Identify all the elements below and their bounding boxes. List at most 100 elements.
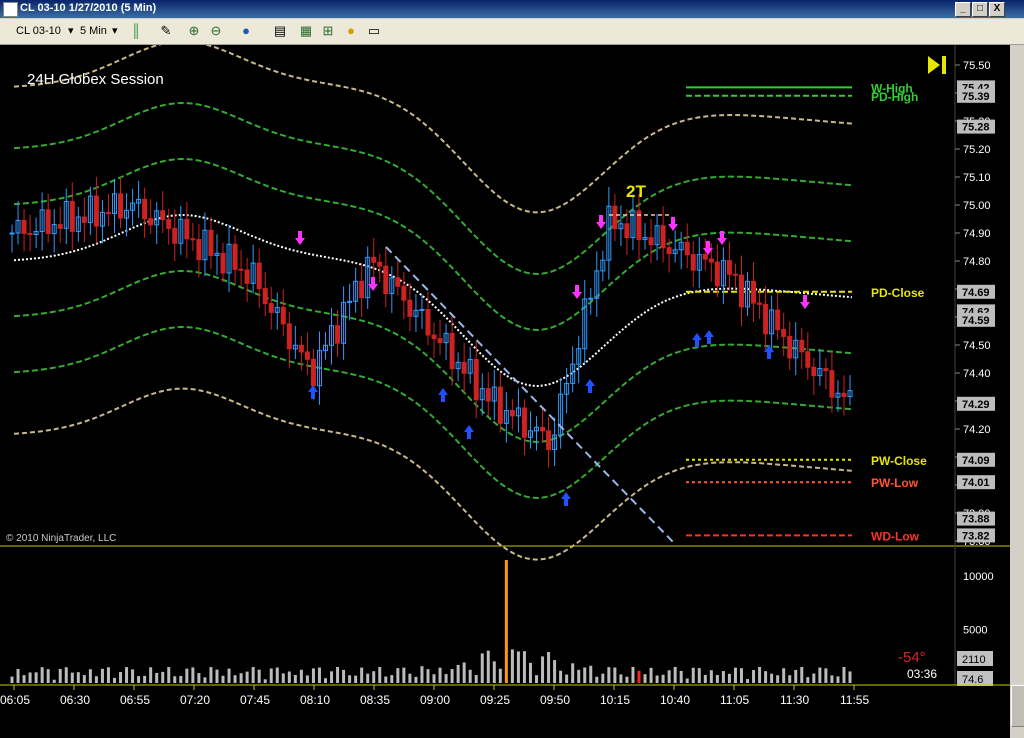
volume-tick-label: 10000 (963, 571, 994, 583)
level-label: PD-Close (871, 286, 925, 300)
time-tick-label: 07:45 (240, 693, 270, 707)
candle-body (684, 241, 690, 256)
volume-bar (203, 677, 207, 683)
bar-type-icon[interactable]: ║ (128, 23, 144, 39)
app-icon (3, 2, 18, 17)
volume-bar (474, 674, 478, 683)
volume-bar (800, 666, 804, 683)
interval-selector[interactable]: 5 Min (80, 24, 107, 38)
volume-bar (727, 673, 731, 683)
maximize-button[interactable]: □ (972, 2, 988, 17)
zoom-out-icon[interactable]: ⊖ (208, 23, 224, 39)
candle-body (371, 256, 377, 263)
volume-bar (94, 676, 98, 683)
time-tick-label: 06:55 (120, 693, 150, 707)
indicators-icon[interactable]: ▦ (298, 23, 314, 39)
volume-bar (565, 674, 569, 683)
candle-body (9, 232, 15, 235)
volume-bar (733, 667, 737, 683)
volume-tick-label: 5000 (963, 625, 987, 637)
strategy-icon[interactable]: ⊞ (320, 23, 336, 39)
volume-bar (221, 675, 225, 683)
end-bar-icon[interactable] (942, 56, 946, 74)
volume-bar (40, 667, 44, 683)
angle-readout: -54° (898, 649, 926, 666)
zoom-in-icon[interactable]: ⊕ (186, 23, 202, 39)
time-tick-label: 06:30 (60, 693, 90, 707)
drawing-pen-icon[interactable]: ✎ (158, 23, 174, 39)
candle-body (118, 193, 124, 219)
volume-bar (848, 671, 852, 683)
volume-bar (824, 668, 828, 683)
volume-bar (342, 669, 346, 683)
volume-bar (16, 669, 20, 683)
candle-body (45, 209, 51, 235)
volume-bar (746, 679, 750, 683)
volume-bar (209, 667, 213, 683)
volume-bar (818, 667, 822, 683)
minimize-button[interactable]: _ (955, 2, 971, 17)
volume-bar (794, 669, 798, 683)
volume-bar (293, 675, 297, 683)
candle-body (57, 224, 63, 229)
candle-body (823, 368, 829, 372)
time-tick-label: 10:40 (660, 693, 690, 707)
volume-bar (185, 668, 189, 683)
volume-bar (88, 669, 92, 683)
volume-bar (553, 660, 557, 683)
volume-bar (528, 662, 532, 683)
time-tick-label: 07:20 (180, 693, 210, 707)
close-button[interactable]: X (989, 2, 1005, 17)
volume-bar (679, 670, 683, 683)
volume-bar (275, 667, 279, 683)
volume-bar (637, 670, 641, 683)
candle-body (690, 254, 696, 271)
volume-bar (577, 669, 581, 683)
price-marker-label: 73.88 (962, 514, 990, 526)
volume-bar (426, 669, 430, 683)
volume-bar (516, 651, 520, 683)
interval-chevron-down-icon[interactable]: ▾ (112, 24, 118, 38)
candle-body (588, 297, 594, 300)
volume-bar (547, 651, 551, 683)
candle-body (497, 386, 503, 424)
candle-body (298, 344, 304, 353)
volume-bar (317, 667, 321, 683)
scrollbar-thumb[interactable] (1011, 685, 1024, 727)
bar-timer: 03:36 (907, 667, 937, 681)
coin-icon[interactable]: ● (343, 23, 359, 39)
candle-body (425, 308, 431, 336)
volume-bar (498, 668, 502, 683)
volume-bar (131, 669, 135, 683)
price-chart[interactable]: 2T 24H Globex Session © 2010 NinjaTrader… (0, 45, 1010, 738)
volume-bar (721, 671, 725, 683)
candle-body (172, 227, 178, 244)
vertical-scrollbar[interactable] (1010, 45, 1024, 738)
volume-bar (64, 667, 68, 683)
window-title: CL 03-10 1/27/2010 (5 Min) (20, 2, 157, 14)
properties-icon[interactable]: ▭ (366, 23, 382, 39)
instrument-selector[interactable]: CL 03-10 (16, 24, 61, 38)
volume-bar (619, 674, 623, 683)
price-tick-label: 75.50 (963, 60, 991, 72)
volume-bar (625, 676, 629, 683)
price-marker-label: 74.01 (962, 477, 990, 489)
candle-body (401, 285, 407, 301)
globe-icon[interactable]: ● (238, 23, 254, 39)
level-label: PD-High (871, 90, 918, 104)
volume-bar (607, 667, 611, 683)
candle-body (624, 223, 630, 239)
candle-body (738, 274, 744, 308)
volume-bar (155, 672, 159, 683)
candle-body (377, 261, 383, 267)
instrument-chevron-down-icon[interactable]: ▾ (68, 24, 74, 38)
volume-bar (541, 656, 545, 683)
time-tick-label: 08:10 (300, 693, 330, 707)
candle-body (726, 260, 732, 275)
candle-body (461, 361, 467, 374)
volume-bar (311, 668, 315, 683)
volume-bar (143, 675, 147, 683)
price-tick-label: 75.00 (963, 200, 991, 212)
candle-body (431, 334, 437, 340)
data-box-icon[interactable]: ▤ (272, 23, 288, 39)
